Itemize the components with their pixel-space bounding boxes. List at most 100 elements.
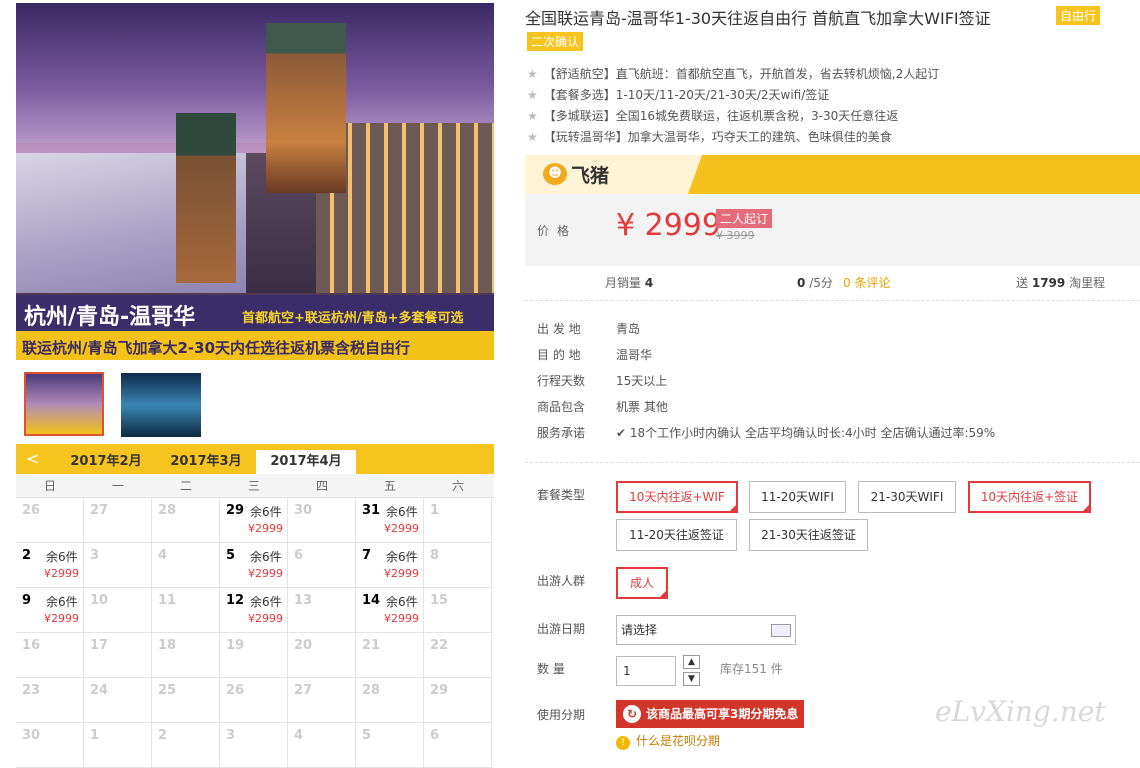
tab-month-2[interactable]: 2017年3月: [162, 450, 250, 474]
calendar-day: 21: [356, 633, 424, 678]
date-picker-input[interactable]: 请选择: [616, 615, 796, 645]
day-number: 30: [294, 503, 313, 518]
weekday: 四: [315, 479, 328, 493]
day-number: 18: [158, 638, 177, 653]
hero-sky: [16, 3, 494, 143]
day-price: ¥2999: [384, 612, 419, 625]
day-number: 26: [22, 503, 41, 518]
calendar-day: 4: [288, 723, 356, 768]
tag-second-confirm: 二次确认: [527, 32, 584, 51]
day-number: 1: [430, 503, 440, 518]
calendar-day: 10: [84, 588, 152, 633]
day-stock: 余6件: [46, 595, 78, 609]
star-icon: ★: [527, 67, 538, 81]
calendar-day-available[interactable]: 2 余6件 ¥2999: [16, 543, 84, 588]
day-number: 15: [430, 593, 449, 608]
package-option[interactable]: 11-20天WIFI: [749, 481, 846, 513]
calendar-day-available[interactable]: 29 余6件 ¥2999: [220, 498, 288, 543]
calendar-day: 27: [288, 678, 356, 723]
package-option[interactable]: 11-20天往返签证: [616, 519, 737, 551]
feature-item: ★ 【套餐多选】1-10天/11-20天/21-30天/2天wifi/签证: [527, 88, 830, 102]
quantity-input[interactable]: 1: [616, 656, 676, 686]
calendar-day-available[interactable]: 31 余6件 ¥2999: [356, 498, 424, 543]
day-number: 14: [362, 593, 381, 608]
day-price: ¥2999: [44, 567, 79, 580]
quantity-down-button[interactable]: ▼: [683, 672, 700, 686]
info-value: 15天以上: [616, 374, 668, 388]
package-label: 套餐类型: [537, 488, 586, 502]
calendar-day-available[interactable]: 9 余6件 ¥2999: [16, 588, 84, 633]
day-stock: 余6件: [386, 550, 418, 564]
calendar-day-available[interactable]: 5 余6件 ¥2999: [220, 543, 288, 588]
info-value: 机票 其他: [616, 400, 668, 414]
tag-free-travel: 自由行: [1056, 6, 1101, 25]
day-number: 25: [158, 683, 177, 698]
day-number: 24: [90, 683, 109, 698]
hero-banner-sub: 首都航空+联运杭州/青岛+多套餐可选: [242, 311, 464, 326]
weekday: 三: [247, 479, 260, 493]
weekday: 二: [179, 479, 192, 493]
package-option[interactable]: 21-30天WIFI: [858, 481, 956, 513]
thumbnail-1[interactable]: [24, 372, 104, 436]
info-label: 商品包含: [537, 400, 586, 414]
calendar-day: 18: [152, 633, 220, 678]
day-number: 7: [362, 548, 372, 563]
calendar-day: 5: [356, 723, 424, 768]
calendar-day: 24: [84, 678, 152, 723]
day-number: 2: [22, 548, 32, 563]
calendar-icon[interactable]: [771, 624, 791, 637]
day-price: ¥2999: [248, 612, 283, 625]
calendar-day: 30: [16, 723, 84, 768]
thumbnail-2[interactable]: [121, 373, 201, 437]
quantity-label: 数 量: [537, 662, 565, 676]
package-option[interactable]: 10天内往返+WIF: [616, 481, 738, 513]
quantity-up-button[interactable]: ▲: [683, 655, 700, 669]
product-title: 全国联运青岛-温哥华1-30天往返自由行 首航直飞加拿大WIFI签证: [525, 9, 991, 28]
installment-button[interactable]: ↻ 该商品最高可享3期分期免息: [616, 700, 804, 728]
calendar-day: 29: [424, 678, 492, 723]
installment-help-link[interactable]: ! 什么是花呗分期: [616, 732, 720, 750]
calendar-day: 30: [288, 498, 356, 543]
review-count-link[interactable]: 0 条评论: [843, 274, 890, 291]
package-option[interactable]: 10天内往返+签证: [968, 481, 1091, 513]
weekday: 六: [451, 479, 464, 493]
day-number: 10: [90, 593, 109, 608]
calendar-header: < 2017年2月 2017年3月 2017年4月: [16, 444, 494, 474]
calendar-day-available[interactable]: 12 余6件 ¥2999: [220, 588, 288, 633]
calendar-day: 16: [16, 633, 84, 678]
package-option[interactable]: 21-30天往返签证: [749, 519, 868, 551]
day-number: 28: [158, 503, 177, 518]
miles-reward: 送 1799 淘里程: [1016, 276, 1106, 290]
day-number: 26: [226, 683, 245, 698]
calendar-day-available[interactable]: 14 余6件 ¥2999: [356, 588, 424, 633]
calendar-day: 6: [288, 543, 356, 588]
min-order-badge: 二人起订: [716, 209, 773, 228]
calendar-day: 6: [424, 723, 492, 768]
chevron-left-icon[interactable]: <: [26, 449, 39, 468]
calendar-day-available[interactable]: 7 余6件 ¥2999: [356, 543, 424, 588]
calendar-day: 2: [152, 723, 220, 768]
day-number: 2: [158, 728, 168, 743]
day-number: 5: [362, 728, 372, 743]
star-icon: ★: [527, 130, 538, 144]
day-number: 21: [362, 638, 381, 653]
tab-month-3[interactable]: 2017年4月: [256, 450, 356, 474]
hero-tower: [176, 113, 236, 283]
day-price: ¥2999: [44, 612, 79, 625]
day-number: 30: [22, 728, 41, 743]
warning-icon: !: [616, 736, 630, 750]
weekday: 日: [43, 479, 56, 493]
feature-item: ★ 【舒适航空】直飞航班：首都航空直飞，开航首发，省去转机烦恼,2人起订: [527, 67, 940, 81]
brand-logo: ☻ 飞猪: [525, 155, 665, 194]
feature-item: ★ 【多城联运】全国16城免费联运，往返机票含税，3-30天任意往返: [527, 109, 899, 123]
day-number: 27: [90, 503, 109, 518]
day-stock: 余6件: [386, 505, 418, 519]
calendar-day: 3: [84, 543, 152, 588]
day-number: 6: [430, 728, 440, 743]
day-number: 23: [22, 683, 41, 698]
people-option-adult[interactable]: 成人: [616, 567, 668, 599]
divider: [525, 300, 1140, 301]
tab-month-1[interactable]: 2017年2月: [62, 450, 150, 474]
stock-count: 库存151 件: [720, 662, 783, 676]
weekday: 一: [111, 479, 124, 493]
